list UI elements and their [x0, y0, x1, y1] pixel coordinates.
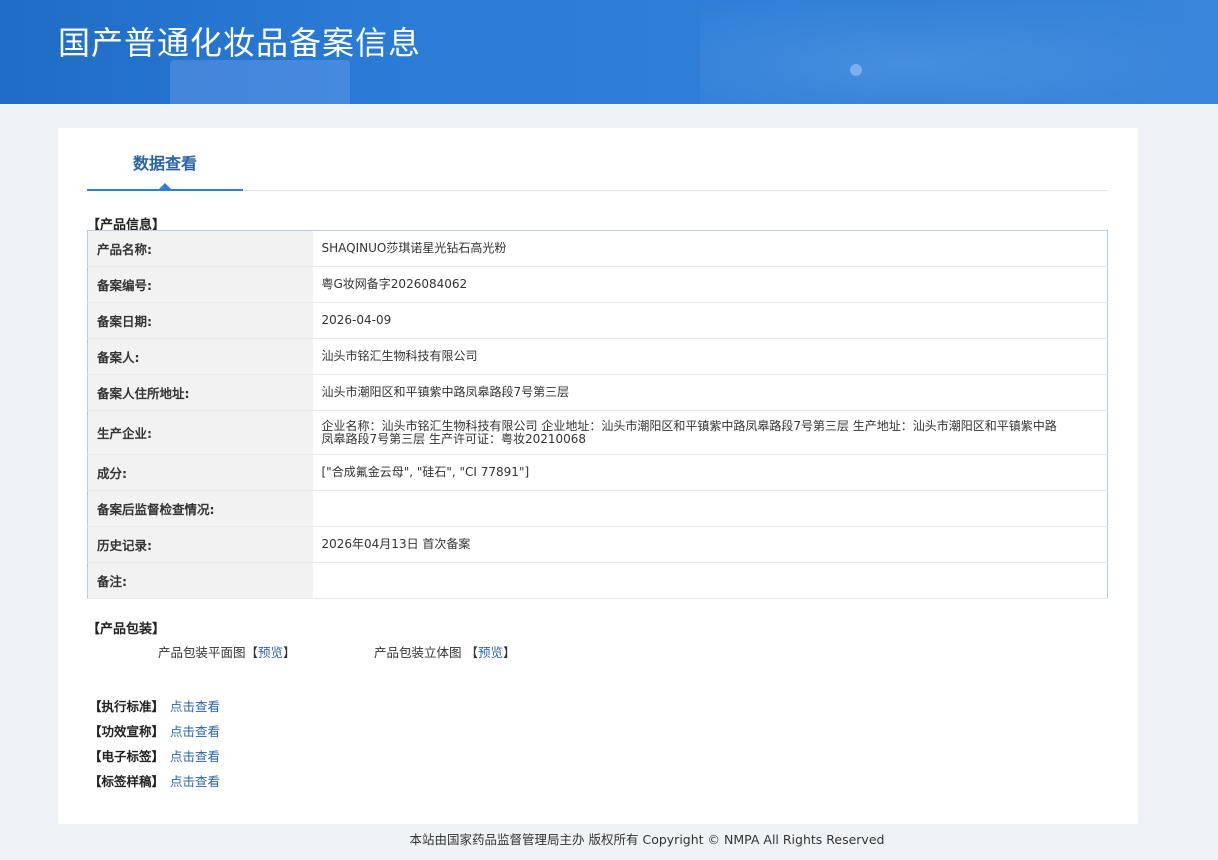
banner-decoration [170, 60, 350, 104]
field-value: ["合成氟金云母", "硅石", "CI 77891"] [312, 454, 1108, 491]
field-label: 生产企业: [87, 410, 313, 455]
tab-caret-icon [159, 183, 171, 189]
field-label: 备案编号: [87, 266, 313, 303]
link-label: 【标签样稿】 [89, 774, 165, 789]
table-row: 备案日期: 2026-04-09 [87, 302, 1108, 339]
table-row: 生产企业: 企业名称：汕头市铭汇生物科技有限公司 企业地址：汕头市潮阳区和平镇紫… [87, 410, 1108, 455]
field-value: 2026-04-09 [312, 302, 1108, 339]
link-row-label-draft: 【标签样稿】 点击查看 [89, 771, 220, 790]
view-label-draft-link[interactable]: 点击查看 [170, 774, 220, 789]
footer-copyright: 本站由国家药品监督管理局主办 版权所有 Copyright © NMPA All… [409, 832, 885, 847]
field-value: SHAQINUO莎琪诺星光钻石高光粉 [312, 230, 1108, 267]
bracket: 【 [465, 645, 479, 660]
field-label: 备案人住所地址: [87, 374, 313, 411]
field-label: 备案后监督检查情况: [87, 490, 313, 527]
field-label: 备案日期: [87, 302, 313, 339]
field-label: 备注: [87, 562, 313, 599]
field-value: 企业名称：汕头市铭汇生物科技有限公司 企业地址：汕头市潮阳区和平镇紫中路凤皋路段… [312, 410, 1108, 455]
bracket: 】 [503, 645, 516, 660]
packaging-solid-label: 产品包装立体图 [374, 645, 462, 660]
packaging-solid-item: 产品包装立体图 【预览】 [374, 642, 516, 661]
view-standard-link[interactable]: 点击查看 [170, 699, 220, 714]
bracket: 】 [283, 645, 296, 660]
view-e-label-link[interactable]: 点击查看 [170, 749, 220, 764]
tab-data-view[interactable]: 数据查看 [87, 128, 243, 191]
field-value: 2026年04月13日 首次备案 [312, 526, 1108, 563]
table-row: 历史记录: 2026年04月13日 首次备案 [87, 526, 1108, 563]
view-efficacy-link[interactable]: 点击查看 [170, 724, 220, 739]
banner-decoration [850, 64, 862, 76]
field-value: 粤G妆网备字2026084062 [312, 266, 1108, 303]
preview-solid-link[interactable]: 预览 [478, 645, 503, 660]
packaging-flat-item: 产品包装平面图【预览】 [158, 642, 296, 661]
tab-label: 数据查看 [132, 154, 197, 173]
field-label: 备案人: [87, 338, 313, 375]
link-label: 【功效宣称】 [89, 724, 165, 739]
link-row-standard: 【执行标准】 点击查看 [89, 696, 220, 715]
link-label: 【执行标准】 [89, 699, 165, 714]
field-label: 历史记录: [87, 526, 313, 563]
packaging-flat-label: 产品包装平面图 [158, 645, 246, 660]
preview-flat-link[interactable]: 预览 [258, 645, 283, 660]
field-value: 汕头市铭汇生物科技有限公司 [312, 338, 1108, 375]
header-banner: 国产普通化妆品备案信息 [0, 0, 1218, 104]
table-row: 备注: [87, 562, 1108, 599]
section-product-packaging: 【产品包装】 [87, 622, 166, 637]
link-row-e-label: 【电子标签】 点击查看 [89, 746, 220, 765]
table-row: 备案编号: 粤G妆网备字2026084062 [87, 266, 1108, 303]
field-value: 汕头市潮阳区和平镇紫中路凤皋路段7号第三层 [312, 374, 1108, 411]
field-value [312, 490, 1108, 527]
table-row: 备案后监督检查情况: [87, 490, 1108, 527]
field-label: 产品名称: [87, 230, 313, 267]
table-row: 备案人住所地址: 汕头市潮阳区和平镇紫中路凤皋路段7号第三层 [87, 374, 1108, 411]
link-row-efficacy: 【功效宣称】 点击查看 [89, 721, 220, 740]
field-value [312, 562, 1108, 599]
table-row: 产品名称: SHAQINUO莎琪诺星光钻石高光粉 [87, 230, 1108, 267]
bracket: 【 [245, 645, 259, 660]
tab-bar: 数据查看 [87, 128, 1108, 191]
product-info-table: 产品名称: SHAQINUO莎琪诺星光钻石高光粉 备案编号: 粤G妆网备字202… [87, 230, 1108, 599]
page-title: 国产普通化妆品备案信息 [58, 24, 422, 62]
field-label: 成分: [87, 454, 313, 491]
table-row: 备案人: 汕头市铭汇生物科技有限公司 [87, 338, 1108, 375]
banner-decoration [700, 0, 1218, 104]
content-panel: 数据查看 【产品信息】 产品名称: SHAQINUO莎琪诺星光钻石高光粉 备案编… [58, 128, 1138, 824]
table-row: 成分: ["合成氟金云母", "硅石", "CI 77891"] [87, 454, 1108, 491]
link-label: 【电子标签】 [89, 749, 165, 764]
